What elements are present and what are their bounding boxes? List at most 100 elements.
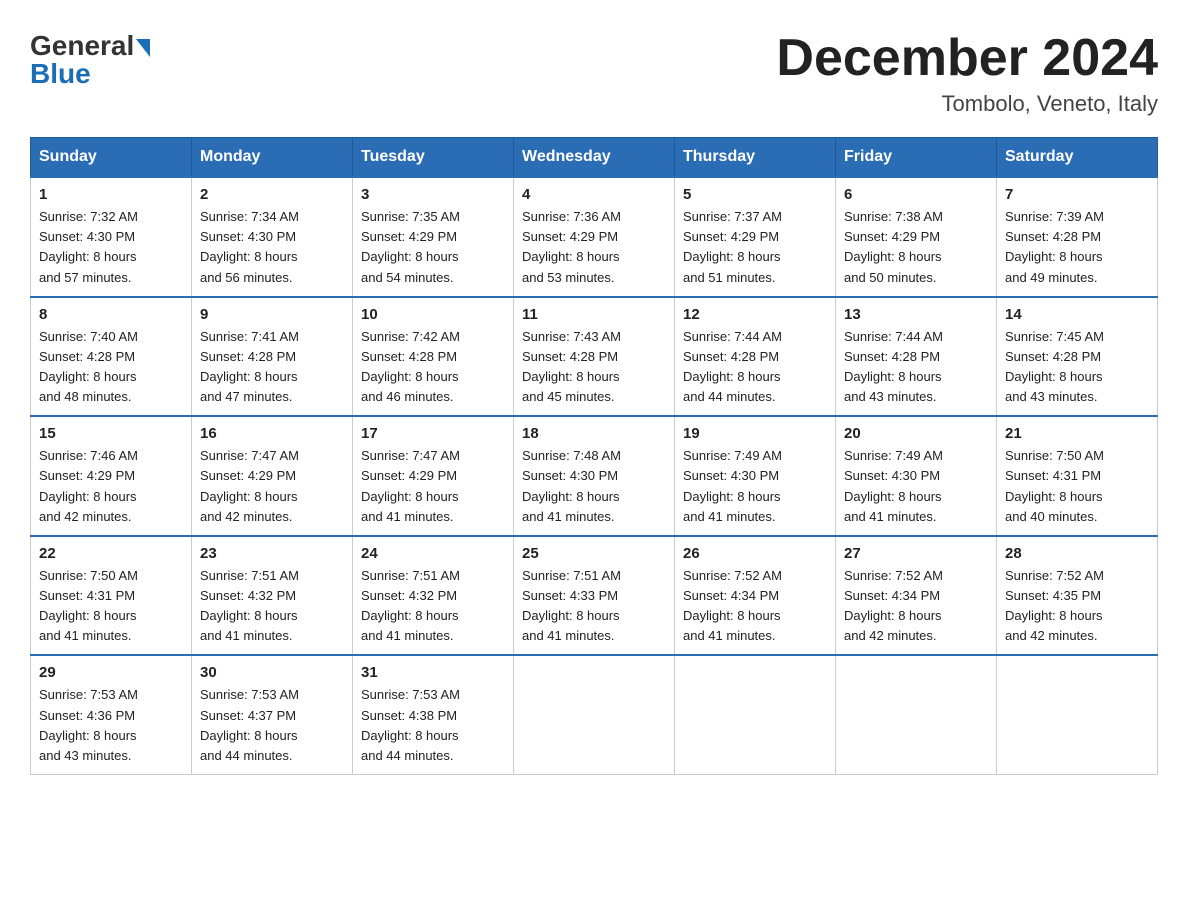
day-number: 2: [200, 186, 344, 203]
day-info: Sunrise: 7:32 AMSunset: 4:30 PMDaylight:…: [39, 207, 183, 288]
day-info: Sunrise: 7:44 AMSunset: 4:28 PMDaylight:…: [683, 327, 827, 408]
calendar-empty-cell: [675, 655, 836, 774]
calendar-day-cell: 27 Sunrise: 7:52 AMSunset: 4:34 PMDayligh…: [836, 536, 997, 656]
logo-arrow-icon: [136, 39, 150, 57]
title-section: December 2024 Tombolo, Veneto, Italy: [776, 30, 1158, 117]
logo: General Blue: [30, 30, 150, 90]
calendar-day-cell: 6 Sunrise: 7:38 AMSunset: 4:29 PMDaylight…: [836, 177, 997, 297]
day-info: Sunrise: 7:48 AMSunset: 4:30 PMDaylight:…: [522, 446, 666, 527]
day-info: Sunrise: 7:52 AMSunset: 4:34 PMDaylight:…: [683, 566, 827, 647]
calendar-header-friday: Friday: [836, 138, 997, 178]
day-number: 21: [1005, 425, 1149, 442]
page-header: General Blue December 2024 Tombolo, Vene…: [30, 30, 1158, 117]
calendar-day-cell: 12 Sunrise: 7:44 AMSunset: 4:28 PMDayligh…: [675, 297, 836, 417]
day-info: Sunrise: 7:53 AMSunset: 4:38 PMDaylight:…: [361, 685, 505, 766]
day-info: Sunrise: 7:53 AMSunset: 4:37 PMDaylight:…: [200, 685, 344, 766]
day-number: 1: [39, 186, 183, 203]
calendar-header-wednesday: Wednesday: [514, 138, 675, 178]
day-number: 19: [683, 425, 827, 442]
calendar-day-cell: 30 Sunrise: 7:53 AMSunset: 4:37 PMDayligh…: [192, 655, 353, 774]
day-info: Sunrise: 7:49 AMSunset: 4:30 PMDaylight:…: [683, 446, 827, 527]
day-info: Sunrise: 7:50 AMSunset: 4:31 PMDaylight:…: [39, 566, 183, 647]
calendar-day-cell: 19 Sunrise: 7:49 AMSunset: 4:30 PMDayligh…: [675, 416, 836, 536]
day-number: 25: [522, 545, 666, 562]
day-number: 28: [1005, 545, 1149, 562]
day-number: 17: [361, 425, 505, 442]
day-info: Sunrise: 7:41 AMSunset: 4:28 PMDaylight:…: [200, 327, 344, 408]
calendar-header-monday: Monday: [192, 138, 353, 178]
calendar-day-cell: 4 Sunrise: 7:36 AMSunset: 4:29 PMDaylight…: [514, 177, 675, 297]
day-number: 5: [683, 186, 827, 203]
calendar-day-cell: 21 Sunrise: 7:50 AMSunset: 4:31 PMDayligh…: [997, 416, 1158, 536]
day-number: 6: [844, 186, 988, 203]
day-number: 26: [683, 545, 827, 562]
day-number: 20: [844, 425, 988, 442]
calendar-day-cell: 24Sunrise: 7:51 AMSunset: 4:32 PMDayligh…: [353, 536, 514, 656]
day-number: 7: [1005, 186, 1149, 203]
location-text: Tombolo, Veneto, Italy: [776, 91, 1158, 117]
day-info: Sunrise: 7:43 AMSunset: 4:28 PMDaylight:…: [522, 327, 666, 408]
calendar-day-cell: 8 Sunrise: 7:40 AMSunset: 4:28 PMDaylight…: [31, 297, 192, 417]
day-info: Sunrise: 7:52 AMSunset: 4:35 PMDaylight:…: [1005, 566, 1149, 647]
day-number: 12: [683, 306, 827, 323]
day-number: 22: [39, 545, 183, 562]
day-info: Sunrise: 7:49 AMSunset: 4:30 PMDaylight:…: [844, 446, 988, 527]
calendar-day-cell: 28 Sunrise: 7:52 AMSunset: 4:35 PMDayligh…: [997, 536, 1158, 656]
calendar-day-cell: 31 Sunrise: 7:53 AMSunset: 4:38 PMDayligh…: [353, 655, 514, 774]
day-info: Sunrise: 7:47 AMSunset: 4:29 PMDaylight:…: [361, 446, 505, 527]
day-number: 4: [522, 186, 666, 203]
calendar-week-row: 1 Sunrise: 7:32 AMSunset: 4:30 PMDaylight…: [31, 177, 1158, 297]
day-number: 30: [200, 664, 344, 681]
calendar-day-cell: 26 Sunrise: 7:52 AMSunset: 4:34 PMDayligh…: [675, 536, 836, 656]
calendar-empty-cell: [514, 655, 675, 774]
day-info: Sunrise: 7:35 AMSunset: 4:29 PMDaylight:…: [361, 207, 505, 288]
day-info: Sunrise: 7:38 AMSunset: 4:29 PMDaylight:…: [844, 207, 988, 288]
calendar-day-cell: 22 Sunrise: 7:50 AMSunset: 4:31 PMDayligh…: [31, 536, 192, 656]
day-info: Sunrise: 7:51 AMSunset: 4:33 PMDaylight:…: [522, 566, 666, 647]
day-info: Sunrise: 7:44 AMSunset: 4:28 PMDaylight:…: [844, 327, 988, 408]
calendar-day-cell: 2Sunrise: 7:34 AMSunset: 4:30 PMDaylight…: [192, 177, 353, 297]
day-number: 18: [522, 425, 666, 442]
day-info: Sunrise: 7:52 AMSunset: 4:34 PMDaylight:…: [844, 566, 988, 647]
calendar-day-cell: 7 Sunrise: 7:39 AMSunset: 4:28 PMDaylight…: [997, 177, 1158, 297]
calendar-day-cell: 16Sunrise: 7:47 AMSunset: 4:29 PMDayligh…: [192, 416, 353, 536]
day-number: 11: [522, 306, 666, 323]
day-number: 23: [200, 545, 344, 562]
calendar-day-cell: 23 Sunrise: 7:51 AMSunset: 4:32 PMDayligh…: [192, 536, 353, 656]
day-info: Sunrise: 7:40 AMSunset: 4:28 PMDaylight:…: [39, 327, 183, 408]
calendar-day-cell: 20 Sunrise: 7:49 AMSunset: 4:30 PMDayligh…: [836, 416, 997, 536]
day-info: Sunrise: 7:37 AMSunset: 4:29 PMDaylight:…: [683, 207, 827, 288]
calendar-day-cell: 13Sunrise: 7:44 AMSunset: 4:28 PMDayligh…: [836, 297, 997, 417]
day-number: 16: [200, 425, 344, 442]
day-number: 31: [361, 664, 505, 681]
calendar-header-sunday: Sunday: [31, 138, 192, 178]
day-number: 27: [844, 545, 988, 562]
calendar-header-row: SundayMondayTuesdayWednesdayThursdayFrid…: [31, 138, 1158, 178]
calendar-day-cell: 18 Sunrise: 7:48 AMSunset: 4:30 PMDayligh…: [514, 416, 675, 536]
calendar-day-cell: 29 Sunrise: 7:53 AMSunset: 4:36 PMDayligh…: [31, 655, 192, 774]
day-info: Sunrise: 7:42 AMSunset: 4:28 PMDaylight:…: [361, 327, 505, 408]
day-info: Sunrise: 7:53 AMSunset: 4:36 PMDaylight:…: [39, 685, 183, 766]
calendar-day-cell: 10Sunrise: 7:42 AMSunset: 4:28 PMDayligh…: [353, 297, 514, 417]
calendar-week-row: 29 Sunrise: 7:53 AMSunset: 4:36 PMDayligh…: [31, 655, 1158, 774]
day-number: 15: [39, 425, 183, 442]
day-info: Sunrise: 7:46 AMSunset: 4:29 PMDaylight:…: [39, 446, 183, 527]
day-number: 8: [39, 306, 183, 323]
day-info: Sunrise: 7:39 AMSunset: 4:28 PMDaylight:…: [1005, 207, 1149, 288]
calendar-week-row: 22 Sunrise: 7:50 AMSunset: 4:31 PMDayligh…: [31, 536, 1158, 656]
calendar-week-row: 8 Sunrise: 7:40 AMSunset: 4:28 PMDaylight…: [31, 297, 1158, 417]
day-number: 29: [39, 664, 183, 681]
calendar-header-thursday: Thursday: [675, 138, 836, 178]
day-info: Sunrise: 7:51 AMSunset: 4:32 PMDaylight:…: [200, 566, 344, 647]
day-number: 9: [200, 306, 344, 323]
day-info: Sunrise: 7:50 AMSunset: 4:31 PMDaylight:…: [1005, 446, 1149, 527]
calendar-day-cell: 25 Sunrise: 7:51 AMSunset: 4:33 PMDayligh…: [514, 536, 675, 656]
calendar-day-cell: 9 Sunrise: 7:41 AMSunset: 4:28 PMDaylight…: [192, 297, 353, 417]
day-info: Sunrise: 7:36 AMSunset: 4:29 PMDaylight:…: [522, 207, 666, 288]
calendar-header-tuesday: Tuesday: [353, 138, 514, 178]
month-title: December 2024: [776, 30, 1158, 87]
calendar-day-cell: 3 Sunrise: 7:35 AMSunset: 4:29 PMDaylight…: [353, 177, 514, 297]
day-number: 3: [361, 186, 505, 203]
calendar-week-row: 15 Sunrise: 7:46 AMSunset: 4:29 PMDayligh…: [31, 416, 1158, 536]
calendar-empty-cell: [997, 655, 1158, 774]
